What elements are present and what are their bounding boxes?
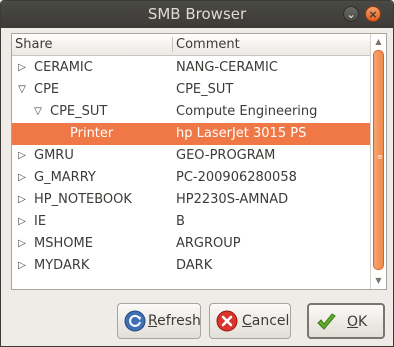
- tree-row[interactable]: ▷ MSHOME ARGROUP: [12, 233, 370, 255]
- share-name: CERAMIC: [34, 60, 93, 75]
- expanded-triangle-icon[interactable]: ▽: [32, 101, 44, 123]
- share-name: MYDARK: [34, 258, 90, 273]
- titlebar[interactable]: SMB Browser ⌄ ×: [1, 1, 393, 28]
- share-tree-view[interactable]: Share Comment ▷ CERAMIC NANG-CERAMIC ▽ CPE CP…: [11, 33, 387, 290]
- share-comment: HP2230S-AMNAD: [176, 192, 289, 207]
- tree-row[interactable]: ▷ CERAMIC NANG-CERAMIC: [12, 57, 370, 79]
- tree-row[interactable]: ▷ IE B: [12, 211, 370, 233]
- share-comment: ARGROUP: [176, 236, 241, 251]
- refresh-button-label: Refresh: [148, 313, 201, 329]
- share-name: CPE_SUT: [50, 104, 108, 119]
- column-header: Share Comment: [12, 34, 370, 56]
- share-name: GMRU: [34, 148, 74, 163]
- tree-row[interactable]: ▽ CPE CPE_SUT: [12, 79, 370, 101]
- cancel-icon: [216, 310, 238, 332]
- share-name: G_MARRY: [34, 170, 96, 185]
- share-comment: hp LaserJet 3015 PS: [176, 126, 307, 141]
- window-close-button[interactable]: ×: [365, 6, 381, 22]
- share-name: Printer: [70, 126, 114, 141]
- vertical-scrollbar[interactable]: ▲ ≡ ▼: [370, 34, 386, 289]
- ok-button-label: OK: [347, 314, 368, 330]
- cancel-button-label: Cancel: [242, 313, 290, 329]
- refresh-icon: [124, 310, 146, 332]
- checkmark-icon: [317, 313, 336, 330]
- share-comment: Compute Engineering: [176, 104, 318, 119]
- cancel-button[interactable]: Cancel: [209, 303, 291, 339]
- tree-row[interactable]: Printer hp LaserJet 3015 PS: [12, 123, 370, 145]
- scroll-up-arrow-icon[interactable]: ▲: [371, 35, 386, 49]
- refresh-button[interactable]: Refresh: [117, 303, 201, 339]
- scroll-down-arrow-icon[interactable]: ▼: [371, 274, 386, 288]
- share-comment: DARK: [176, 258, 213, 273]
- grip-icon: ≡: [377, 153, 383, 161]
- share-comment: B: [176, 214, 185, 229]
- smb-browser-window: SMB Browser ⌄ × Share Comment ▷ CERAMIC NA…: [0, 0, 394, 347]
- share-name: MSHOME: [34, 236, 93, 251]
- window-title: SMB Browser: [147, 5, 247, 23]
- tree-row[interactable]: ▷ HP_NOTEBOOK HP2230S-AMNAD: [12, 189, 370, 211]
- share-name: IE: [34, 214, 47, 229]
- share-comment: GEO-PROGRAM: [176, 148, 276, 163]
- column-header-share[interactable]: Share: [15, 34, 171, 55]
- collapsed-triangle-icon[interactable]: ▷: [16, 167, 28, 189]
- share-name: CPE: [34, 82, 60, 97]
- scrollbar-thumb[interactable]: ≡: [373, 50, 384, 270]
- close-icon: ×: [368, 8, 378, 21]
- ok-button[interactable]: OK: [307, 303, 385, 339]
- expanded-triangle-icon[interactable]: ▽: [16, 79, 28, 101]
- tree-row[interactable]: ▷ GMRU GEO-PROGRAM: [12, 145, 370, 167]
- tree-row[interactable]: ▷ G_MARRY PC-200906280058: [12, 167, 370, 189]
- tree-row[interactable]: ▷ MYDARK DARK: [12, 255, 370, 277]
- collapsed-triangle-icon[interactable]: ▷: [16, 211, 28, 233]
- column-header-comment[interactable]: Comment: [176, 34, 366, 55]
- tree-row[interactable]: ▽ CPE_SUT Compute Engineering: [12, 101, 370, 123]
- window-menu-button[interactable]: ⌄: [343, 6, 359, 22]
- collapsed-triangle-icon[interactable]: ▷: [16, 189, 28, 211]
- share-comment: PC-200906280058: [176, 170, 297, 185]
- collapsed-triangle-icon[interactable]: ▷: [16, 145, 28, 167]
- chevron-down-icon: ⌄: [346, 8, 356, 21]
- collapsed-triangle-icon[interactable]: ▷: [16, 255, 28, 277]
- column-separator[interactable]: [172, 37, 173, 52]
- collapsed-triangle-icon[interactable]: ▷: [16, 57, 28, 79]
- share-comment: CPE_SUT: [176, 82, 234, 97]
- share-comment: NANG-CERAMIC: [176, 60, 278, 75]
- share-name: HP_NOTEBOOK: [34, 192, 132, 207]
- collapsed-triangle-icon[interactable]: ▷: [16, 233, 28, 255]
